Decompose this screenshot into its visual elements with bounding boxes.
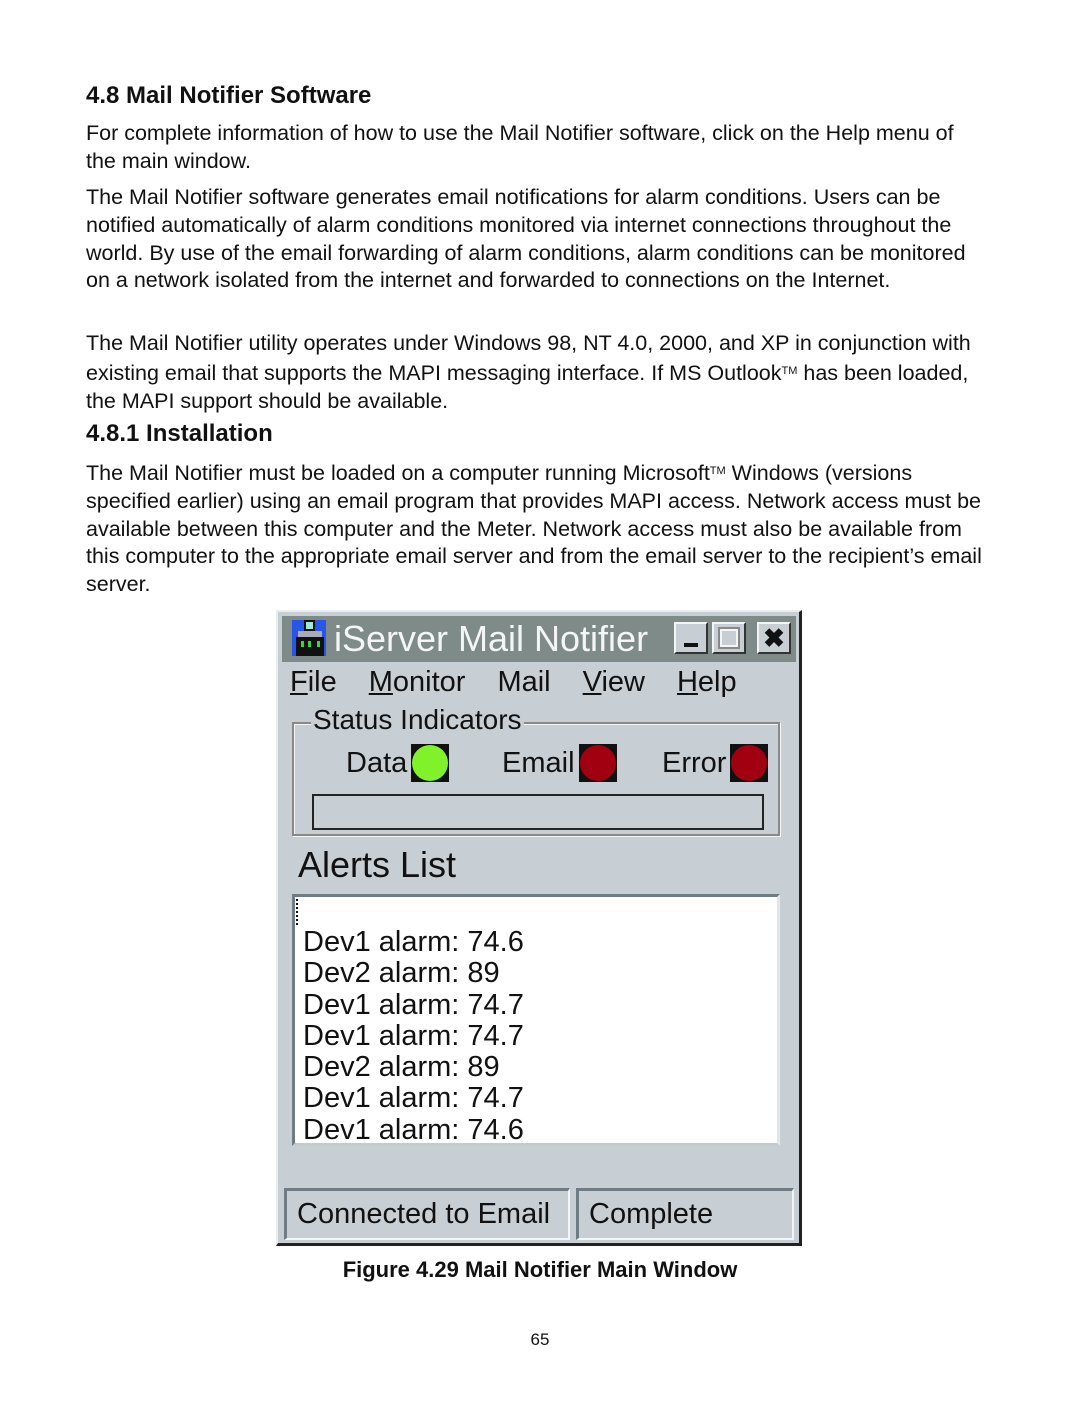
statusbar-connection: Connected to Email (284, 1188, 570, 1240)
close-icon: ✖ (763, 623, 785, 653)
label: ile (307, 666, 337, 698)
minimize-button[interactable] (674, 622, 708, 654)
alert-item[interactable]: Dev1 alarm: 74.7 (303, 1083, 524, 1115)
server-app-icon[interactable] (292, 620, 326, 656)
text: The Mail Notifier must be loaded on a co… (86, 461, 710, 485)
paragraph-overview: The Mail Notifier software generates ema… (86, 185, 966, 293)
page-number: 65 (530, 1330, 550, 1349)
trademark: TM (709, 465, 726, 477)
label: iew (601, 666, 645, 698)
alerts-list-title: Alerts List (298, 844, 457, 885)
status-indicators-group: Status Indicators Data Email Error (292, 704, 780, 836)
menu-help[interactable]: Help (677, 666, 737, 702)
indicator-label: Data (346, 746, 408, 779)
menu-mail[interactable]: Mail (497, 666, 550, 702)
alert-item[interactable]: Dev1 alarm: 74.7 (303, 1020, 524, 1052)
close-button[interactable]: ✖ (757, 622, 791, 654)
label: elp (697, 666, 737, 698)
status-message-field (312, 794, 764, 830)
menu-bar: File Monitor Mail View Help (290, 666, 769, 702)
maximize-icon (718, 627, 740, 649)
section-heading: 4.8 Mail Notifier Software (86, 82, 372, 109)
window-title: iServer Mail Notifier (334, 618, 649, 659)
alert-item[interactable]: Dev1 alarm: 74.7 (303, 989, 524, 1021)
alert-item[interactable]: Dev1 alarm: 74.6 (303, 1114, 524, 1146)
indicator-label: Error (662, 746, 727, 779)
alert-item[interactable]: Dev2 alarm: 89 (303, 1051, 524, 1083)
accel: M (368, 666, 393, 698)
label: onitor (392, 666, 466, 698)
figure-caption: Figure 4.29 Mail Notifier Main Window (342, 1257, 738, 1282)
mail-notifier-window: iServer Mail Notifier ✖ File Monitor Mai… (276, 610, 802, 1246)
menu-file[interactable]: File (290, 666, 337, 702)
alert-item[interactable]: Dev1 alarm: 74.6 (303, 926, 524, 958)
accel: V (582, 666, 602, 698)
text-caret (296, 899, 298, 927)
label: Mail (497, 666, 551, 698)
maximize-button[interactable] (712, 622, 746, 654)
statusbar-progress: Complete (576, 1188, 794, 1240)
indicator-data: Data (346, 744, 450, 782)
status-lamp-icon (578, 744, 617, 782)
subsection-heading: 4.8.1 Installation (86, 420, 273, 447)
menu-monitor[interactable]: Monitor (369, 666, 466, 702)
paragraph-help: For complete information of how to use t… (86, 121, 954, 173)
group-legend: Status Indicators (311, 704, 524, 736)
accel: F (290, 666, 308, 698)
trademark: TM (781, 364, 798, 377)
indicator-email: Email (502, 744, 617, 782)
alert-items: Dev1 alarm: 74.6 Dev2 alarm: 89 Dev1 alarm… (303, 926, 524, 1146)
minimize-icon (684, 643, 698, 647)
paragraph-os-support: The Mail Notifier utility operates under… (86, 330, 986, 415)
paragraph-installation: The Mail Notifier must be loaded on a co… (86, 458, 986, 599)
status-lamp-icon (730, 744, 769, 782)
alerts-listbox[interactable]: Dev1 alarm: 74.6 Dev2 alarm: 89 Dev1 alarm… (292, 894, 780, 1146)
alert-item[interactable]: Dev2 alarm: 89 (303, 957, 524, 989)
indicator-error: Error (662, 744, 769, 782)
accel: H (676, 666, 698, 698)
title-bar[interactable]: iServer Mail Notifier ✖ (282, 616, 796, 662)
status-lamp-icon (411, 744, 450, 782)
indicator-label: Email (502, 746, 575, 779)
menu-view[interactable]: View (583, 666, 645, 702)
